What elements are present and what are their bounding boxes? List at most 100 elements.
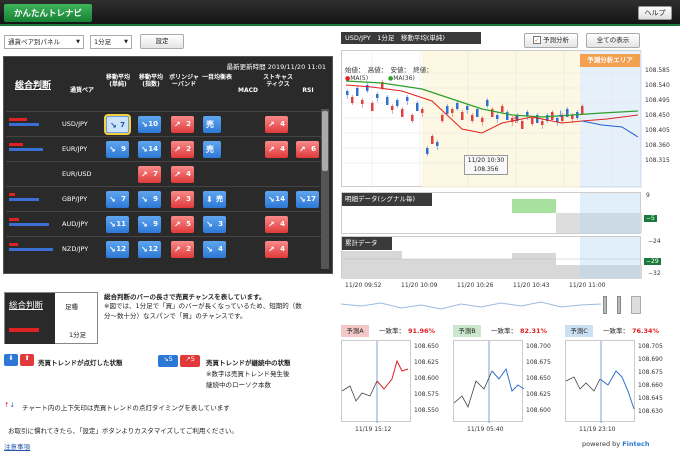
signal-badge[interactable]: ↘ 10 <box>138 116 161 133</box>
signal-badge[interactable]: ↗ 4 <box>265 216 288 233</box>
x-tick: 11/20 10:09 <box>401 282 438 289</box>
signal-badge[interactable]: 売 <box>203 141 221 158</box>
notes-link[interactable]: 注意事項 <box>4 441 30 451</box>
legend-bar <box>9 328 39 332</box>
signal-badge[interactable]: ↗ 2 <box>171 116 194 133</box>
badge-count: 10 <box>148 120 158 128</box>
signal-badge[interactable]: 売 <box>203 116 221 133</box>
signal-badge[interactable]: ↘ 7 <box>106 191 129 208</box>
view-select[interactable]: 通貨ペア別パネル ▼ <box>4 35 84 49</box>
matrix-scrollbar[interactable] <box>321 109 329 269</box>
cum-tick: −24 <box>648 238 661 245</box>
pair-label: GBP/JPY <box>62 195 88 203</box>
prediction-corr-label: 一致率： <box>603 327 629 335</box>
signal-badge[interactable]: ↘ 9 <box>138 191 161 208</box>
help-button[interactable]: ヘルプ <box>638 6 672 20</box>
signal-badge[interactable]: ↗ 2 <box>171 141 194 158</box>
prediction-label: 予測B <box>453 325 481 337</box>
signal-badge[interactable]: ↘ 9 <box>138 216 161 233</box>
legend-tf: 1分足 <box>69 331 87 339</box>
buy-arrow-icon: ↗ <box>174 120 181 129</box>
pred-y-tick: 108.630 <box>638 408 663 415</box>
signal-badge[interactable]: ↗ 2 <box>171 241 194 258</box>
buy-arrow-icon: ↗ <box>268 245 275 254</box>
forecast-checkbox-icon[interactable]: ✓ <box>532 36 541 44</box>
badge-count: 売 <box>216 195 223 203</box>
prediction-corr: 82.31% <box>520 327 548 335</box>
header-ichimoku: 一目均衡表 <box>201 74 232 81</box>
signal-badge[interactable]: ↗ 6 <box>296 141 319 158</box>
sell-arrow-icon: ↘ <box>268 195 275 204</box>
settings-button[interactable]: 設定 <box>140 34 184 49</box>
badge-count: 2 <box>186 245 191 253</box>
legend-box: 総合判断 足種 1分足 <box>4 292 98 344</box>
sell-arrow-icon: ↘ <box>141 120 148 129</box>
header-bollinger: ボリンジャーバンド <box>169 74 199 88</box>
signal-badge[interactable]: ↗ 3 <box>171 191 194 208</box>
table-row: NZD/JPY ↘ 12 ↘ 12 ↗ 2 ↘ 4 ↗ 4 <box>6 236 324 261</box>
sell-arrow-icon: ↘ <box>141 245 148 254</box>
signal-badge[interactable]: ↘ 12 <box>106 241 129 258</box>
pred-y-tick: 108.575 <box>414 391 439 398</box>
prediction-chart[interactable] <box>341 340 411 423</box>
badge-count: 4 <box>280 245 285 253</box>
view-select-value: 通貨ペア別パネル <box>8 38 60 46</box>
forecast-shade <box>580 193 640 234</box>
overall-bar <box>9 243 53 253</box>
pred-y-tick: 108.600 <box>526 407 551 414</box>
x-tick: 11/20 11:00 <box>569 282 606 289</box>
table-row: EUR/USD ↗ 7 ↗ 4 <box>6 161 324 186</box>
buy-arrow-icon: ↗ <box>174 195 181 204</box>
last-updated: 最新更新時間 2019/11/20 11:01 <box>226 63 326 71</box>
y-tick: 108.405 <box>645 127 670 134</box>
signal-badge[interactable]: ↘ 7 <box>104 114 131 135</box>
signal-badge[interactable]: ↘ 14 <box>138 141 161 158</box>
signal-badge[interactable]: ↘ 9 <box>106 141 129 158</box>
signal-badge[interactable]: ⬇ 売 <box>203 191 226 208</box>
timeframe-select[interactable]: 1分足 ▼ <box>90 35 132 49</box>
prediction-chart[interactable] <box>453 340 525 423</box>
header-macd: MACD <box>238 87 258 94</box>
show-all-button[interactable]: 全ての表示 <box>586 33 640 48</box>
pred-y-tick: 108.650 <box>414 343 439 350</box>
cont-label: 売買トレンドが継続中の状態 <box>206 359 291 367</box>
brand-name: Fintech <box>622 440 650 448</box>
sell-arrow-icon: ↘ <box>299 195 306 204</box>
prediction-chart[interactable] <box>565 340 635 423</box>
header-pair: 通貨ペア <box>69 87 94 94</box>
prediction-label: 予測A <box>341 325 369 337</box>
signal-badge[interactable]: ↘ 12 <box>138 241 161 258</box>
forecast-toggle[interactable]: ✓ 予測分析 <box>524 33 578 48</box>
y-tick: 108.495 <box>645 97 670 104</box>
pred-y-tick: 108.675 <box>526 359 551 366</box>
signal-badge[interactable]: ↗ 5 <box>171 216 194 233</box>
y-tick: 108.540 <box>645 82 670 89</box>
signal-badge[interactable]: ↗ 7 <box>138 166 161 183</box>
signal-badge[interactable]: ↘ 14 <box>265 191 288 208</box>
signal-badge[interactable]: ↘ 3 <box>203 216 226 233</box>
signal-badge[interactable]: ↗ 4 <box>265 241 288 258</box>
table-row: GBP/JPY ↘ 7 ↘ 9 ↗ 3 ⬇ 売 ↘ 14 ↘ 17 <box>6 186 324 211</box>
signal-badge[interactable]: ↗ 4 <box>171 166 194 183</box>
badge-count: 9 <box>121 145 126 153</box>
range-navigator[interactable] <box>340 294 641 320</box>
prediction-line <box>565 341 635 423</box>
signal-label: 明細データ(シグナル毎) <box>342 193 432 206</box>
scroll-thumb[interactable] <box>322 111 328 171</box>
signal-badge[interactable]: ↗ 4 <box>265 116 288 133</box>
signal-badge[interactable]: ↗ 4 <box>265 141 288 158</box>
lit-icons: ⬇ ⬆ <box>4 354 35 366</box>
signal-badge[interactable]: ↘ 11 <box>106 216 129 233</box>
navigator-handle-right[interactable] <box>617 296 621 314</box>
legend-desc1: 総合判断のバーの長さで売買チャンスを表しています。 <box>104 293 266 301</box>
sell-arrow-icon: ⬇ <box>206 195 213 204</box>
pred-y-tick: 108.550 <box>414 407 439 414</box>
prediction-corr: 91.96% <box>408 327 436 335</box>
ma5-label: ●MA(5) <box>345 75 368 82</box>
navigator-scroll[interactable] <box>631 296 641 314</box>
navigator-handle-left[interactable] <box>603 296 607 314</box>
signal-badge[interactable]: ↘ 17 <box>296 191 319 208</box>
signal-badge[interactable]: ↘ 4 <box>203 241 226 258</box>
badge-count: 17 <box>306 195 316 203</box>
buy-arrow-icon: ↗ <box>174 245 181 254</box>
